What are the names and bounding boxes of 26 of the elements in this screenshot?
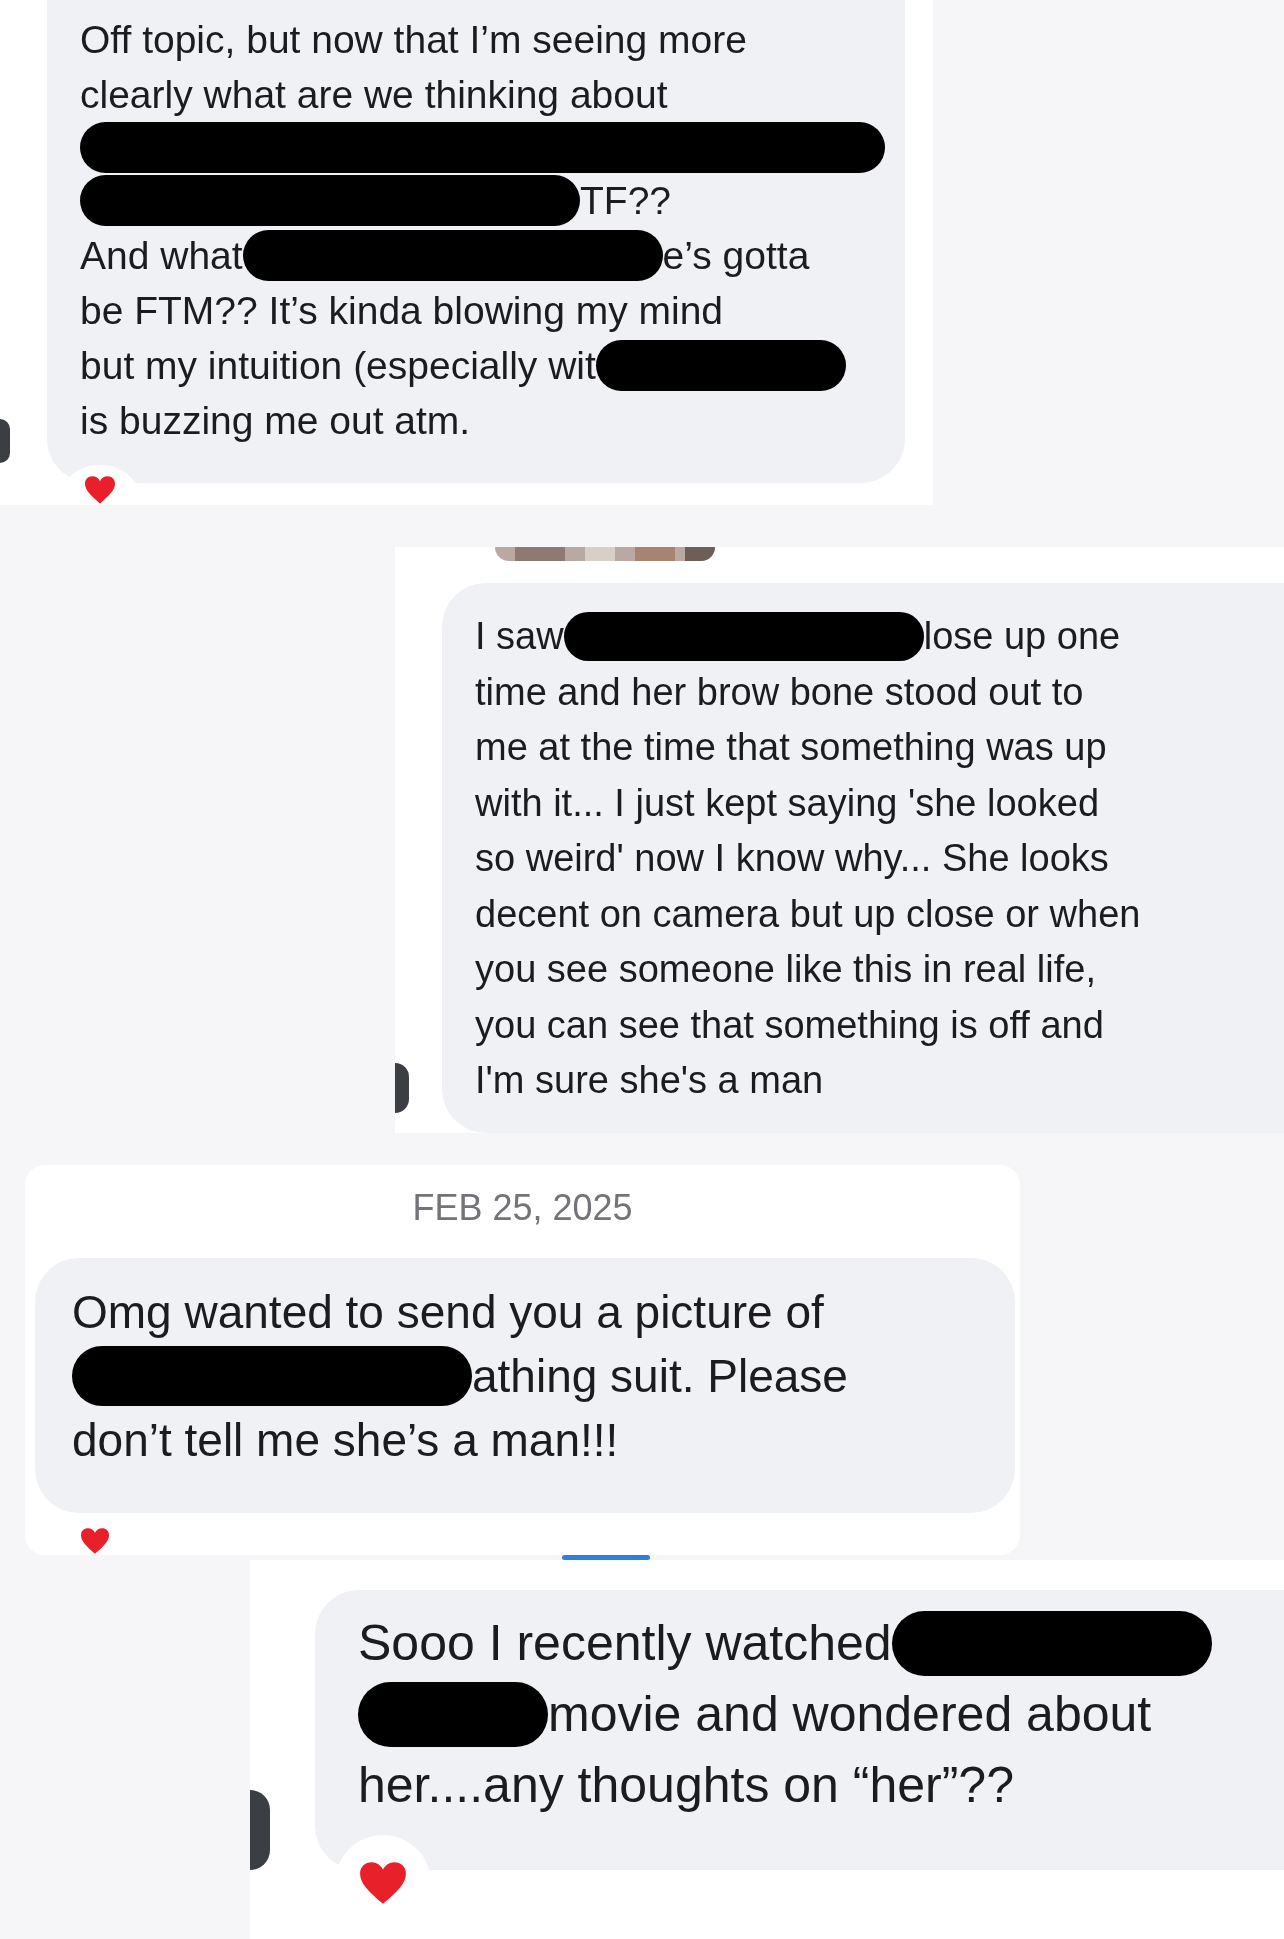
message-text: decent on camera but up close or when	[475, 891, 1141, 937]
message-text: me at the time that something was up	[475, 725, 1107, 770]
message-text: is buzzing me out atm.	[80, 397, 471, 444]
message-text: be FTM?? It’s kinda blowing my mind	[80, 287, 724, 334]
message-text: you see someone like this in real life,	[475, 947, 1096, 992]
message-text: I saw	[475, 614, 564, 659]
date-label: FEB 25, 2025	[411, 1186, 634, 1230]
message-text: Omg wanted to send you a picture of	[72, 1285, 824, 1340]
message-text: Sooo I recently watched	[358, 1614, 892, 1673]
message-text: with it... I just kept saying 'she looked	[475, 780, 1099, 826]
message-text: but my intuition (especially wit	[80, 342, 596, 389]
message-text: Off topic, but now that I’m seeing more	[80, 17, 747, 63]
message-text: so weird' now I know why... She looks	[475, 836, 1109, 881]
message-text: athing suit. Please	[472, 1349, 848, 1404]
message-text: movie and wondered about	[548, 1685, 1152, 1744]
message-text: TF??	[580, 177, 672, 224]
message-text: you can see that something is off and	[475, 1002, 1104, 1048]
message-text: e’s gotta	[662, 232, 810, 279]
message-text: I'm sure she's a man	[475, 1058, 824, 1103]
message-text: lose up one	[923, 614, 1121, 659]
heart-icon	[358, 1860, 408, 1906]
message-text: her....any thoughts on “her”??	[358, 1756, 1014, 1815]
message-text: And what	[80, 232, 243, 279]
message-text: time and her brow bone stood out to	[475, 669, 1084, 715]
message-text: don’t tell me she’s a man!!!	[72, 1413, 619, 1468]
message-text: clearly what are we thinking about	[80, 72, 668, 118]
